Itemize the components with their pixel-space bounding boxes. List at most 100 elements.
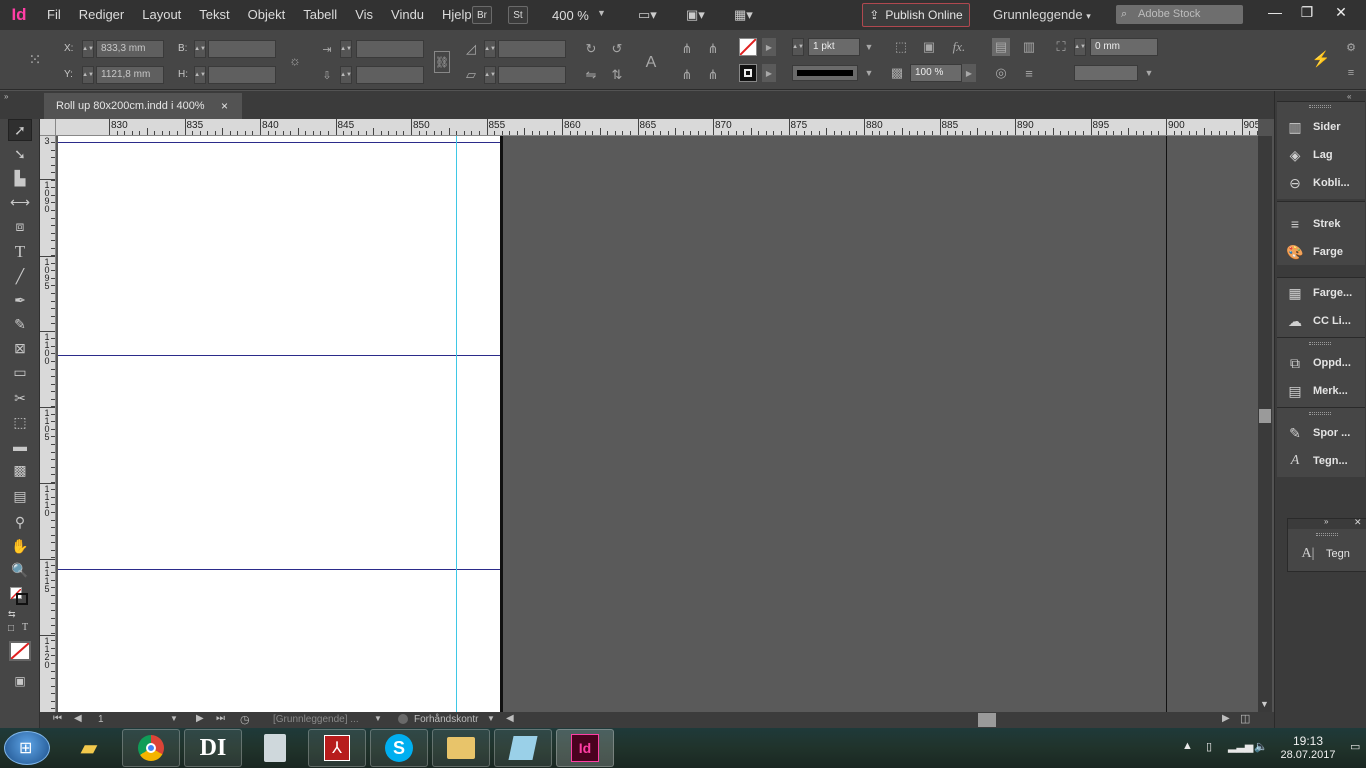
restore-icon[interactable]: ❐ <box>1290 0 1324 24</box>
scroll-right-icon[interactable]: ▶ <box>1222 713 1230 724</box>
view-options-icon[interactable]: ▭▾ <box>638 7 657 23</box>
opacity-arrow-icon[interactable]: ▶ <box>962 64 976 82</box>
stock-button[interactable]: St <box>508 6 528 24</box>
menu-tekst[interactable]: Tekst <box>190 0 238 30</box>
formatting-text-icon[interactable]: T <box>22 622 28 633</box>
rectangle-tool-icon[interactable]: ▭ <box>8 361 32 383</box>
taskbar-indesign[interactable]: Id <box>556 729 614 767</box>
opacity-field[interactable]: 100 % <box>910 64 962 82</box>
zoom-chevron-icon[interactable]: ▼ <box>597 8 606 18</box>
sun-icon[interactable]: ☼ <box>286 51 304 69</box>
taskbar-notepad[interactable] <box>494 729 552 767</box>
arrange-documents-icon[interactable]: ▦▾ <box>734 7 753 23</box>
note-tool-icon[interactable]: ▤ <box>8 485 32 507</box>
rotate-cw-icon[interactable]: ↻ <box>582 40 600 58</box>
page-dropdown-icon[interactable]: ▼ <box>170 714 178 723</box>
stroke-type-dropdown-icon[interactable]: ▼ <box>860 64 878 82</box>
panel-track-changes[interactable]: ✎ Spor ... <box>1285 422 1350 444</box>
split-window-icon[interactable]: ◫ <box>1240 712 1250 725</box>
eyedropper-tool-icon[interactable]: ⚲ <box>8 511 32 533</box>
clock-time[interactable]: 19:13 <box>1288 734 1328 748</box>
publish-online-button[interactable]: ⇪ Publish Online <box>862 3 970 27</box>
preflight-label[interactable]: Forhåndskontr <box>414 714 478 725</box>
panel-swatches[interactable]: ▦ Farge... <box>1285 282 1352 304</box>
scale-x-field[interactable] <box>356 40 424 58</box>
stroke-swatch[interactable] <box>739 64 757 82</box>
close-tab-icon[interactable]: × <box>221 93 228 119</box>
scale-y-icon[interactable]: ⇩ <box>318 66 336 84</box>
expand-panel-icon[interactable]: » <box>1324 517 1328 526</box>
collapse-toolbox-icon[interactable]: » <box>4 92 8 101</box>
zoom-tool-icon[interactable]: 🔍 <box>8 559 32 581</box>
previous-page-icon[interactable]: ◀ <box>74 713 82 724</box>
shear-angle-icon[interactable]: ▱ <box>462 66 480 84</box>
panel-links[interactable]: ⊖ Kobli... <box>1285 172 1350 194</box>
vertical-guide[interactable] <box>456 136 457 712</box>
tray-device-icon[interactable]: ▯ <box>1206 740 1212 753</box>
y-field[interactable]: 1121,8 mm <box>96 66 164 84</box>
fill-arrow-icon[interactable]: ▶ <box>762 38 776 56</box>
menu-rediger[interactable]: Rediger <box>70 0 134 30</box>
gap-tool-icon[interactable]: ⟷ <box>8 191 32 213</box>
rotate-stepper[interactable]: ▲▼ <box>484 40 496 58</box>
page-number-field[interactable]: 1 <box>98 714 104 725</box>
formatting-container-icon[interactable]: □ <box>8 623 14 634</box>
minimize-icon[interactable]: — <box>1258 0 1292 24</box>
shadow-square-icon[interactable]: ▣ <box>920 38 938 56</box>
type-tool-icon[interactable]: T <box>8 241 32 263</box>
vertical-scrollbar[interactable]: ▼ <box>1258 136 1272 712</box>
document-page[interactable] <box>58 136 502 712</box>
horizontal-scroll-thumb[interactable] <box>978 713 996 727</box>
style-dropdown-icon[interactable]: ▼ <box>1140 64 1158 82</box>
taskbar-chrome[interactable] <box>122 729 180 767</box>
select-next-icon[interactable]: ⋔ <box>704 66 722 84</box>
w-stepper[interactable]: ▲▼ <box>194 40 206 58</box>
content-collector-icon[interactable]: ⧈ <box>8 215 32 237</box>
free-transform-tool-icon[interactable]: ⬚ <box>8 411 32 433</box>
vertical-ruler[interactable]: 3 1090 1095 1100 1105 1110 1115 1120 <box>40 136 56 712</box>
line-tool-icon[interactable]: ╱ <box>8 265 32 287</box>
panel-pages[interactable]: ▥ Sider <box>1285 116 1340 138</box>
taskbar-calculator[interactable] <box>246 729 304 767</box>
panel-grip[interactable] <box>1309 105 1331 108</box>
rotate-angle-icon[interactable]: ◿ <box>462 40 480 58</box>
stroke-weight-dropdown-icon[interactable]: ▼ <box>860 38 878 56</box>
master-dropdown-icon[interactable]: ▼ <box>374 714 382 723</box>
rotate-field[interactable] <box>498 40 566 58</box>
stroke-weight-stepper[interactable]: ▲▼ <box>792 38 804 56</box>
text-wrap-icon[interactable]: A <box>638 50 664 76</box>
x-stepper[interactable]: ▲▼ <box>82 40 94 58</box>
preflight-dropdown-icon[interactable]: ▼ <box>487 714 495 723</box>
taskbar-skype[interactable]: S <box>370 729 428 767</box>
panel-menu-icon[interactable]: ≡ <box>1342 64 1360 82</box>
horizontal-ruler[interactable]: 830 835 840 845 850 855 860 865 870 875 880 885 890 8… <box>56 119 1258 136</box>
close-icon[interactable]: ✕ <box>1324 0 1358 24</box>
swap-colors-icon[interactable]: ⇆ <box>8 609 16 620</box>
panel-grip[interactable] <box>1309 412 1331 415</box>
pen-tool-icon[interactable]: ✒ <box>8 289 32 311</box>
select-container-icon[interactable]: ⋔ <box>678 40 696 58</box>
taskbar-file-explorer[interactable]: ▰ <box>60 729 118 767</box>
windows-start-button[interactable]: ⊞ <box>4 731 50 765</box>
last-page-icon[interactable]: ⏭ <box>216 713 225 724</box>
scale-x-icon[interactable]: ⇥ <box>318 40 336 58</box>
ruler-origin[interactable] <box>40 119 56 136</box>
close-panel-icon[interactable]: ✕ <box>1354 517 1362 528</box>
h-stepper[interactable]: ▲▼ <box>194 66 206 84</box>
x-field[interactable]: 833,3 mm <box>96 40 164 58</box>
auto-fit-icon[interactable]: ◎ <box>992 64 1010 82</box>
apply-none-icon[interactable] <box>9 641 31 661</box>
align-columns-icon[interactable]: ▥ <box>1020 38 1038 56</box>
reference-point-icon[interactable]: ⁙ <box>26 51 44 69</box>
gear-icon[interactable]: ⚙ <box>1342 38 1360 56</box>
select-content-icon[interactable]: ⋔ <box>678 66 696 84</box>
page-tool-icon[interactable]: ▙ <box>8 167 32 189</box>
network-signal-icon[interactable]: ▂▃▅ <box>1228 740 1253 753</box>
offset-stepper[interactable]: ▲▼ <box>1074 38 1086 56</box>
notifications-icon[interactable]: ▭ <box>1350 740 1360 753</box>
volume-icon[interactable]: 🔈 <box>1254 740 1268 753</box>
menu-vis[interactable]: Vis <box>346 0 382 30</box>
horizontal-guide[interactable] <box>58 355 502 356</box>
floating-panel-titlebar[interactable]: » ✕ <box>1288 517 1366 529</box>
stroke-weight-field[interactable]: 1 pkt <box>808 38 860 56</box>
